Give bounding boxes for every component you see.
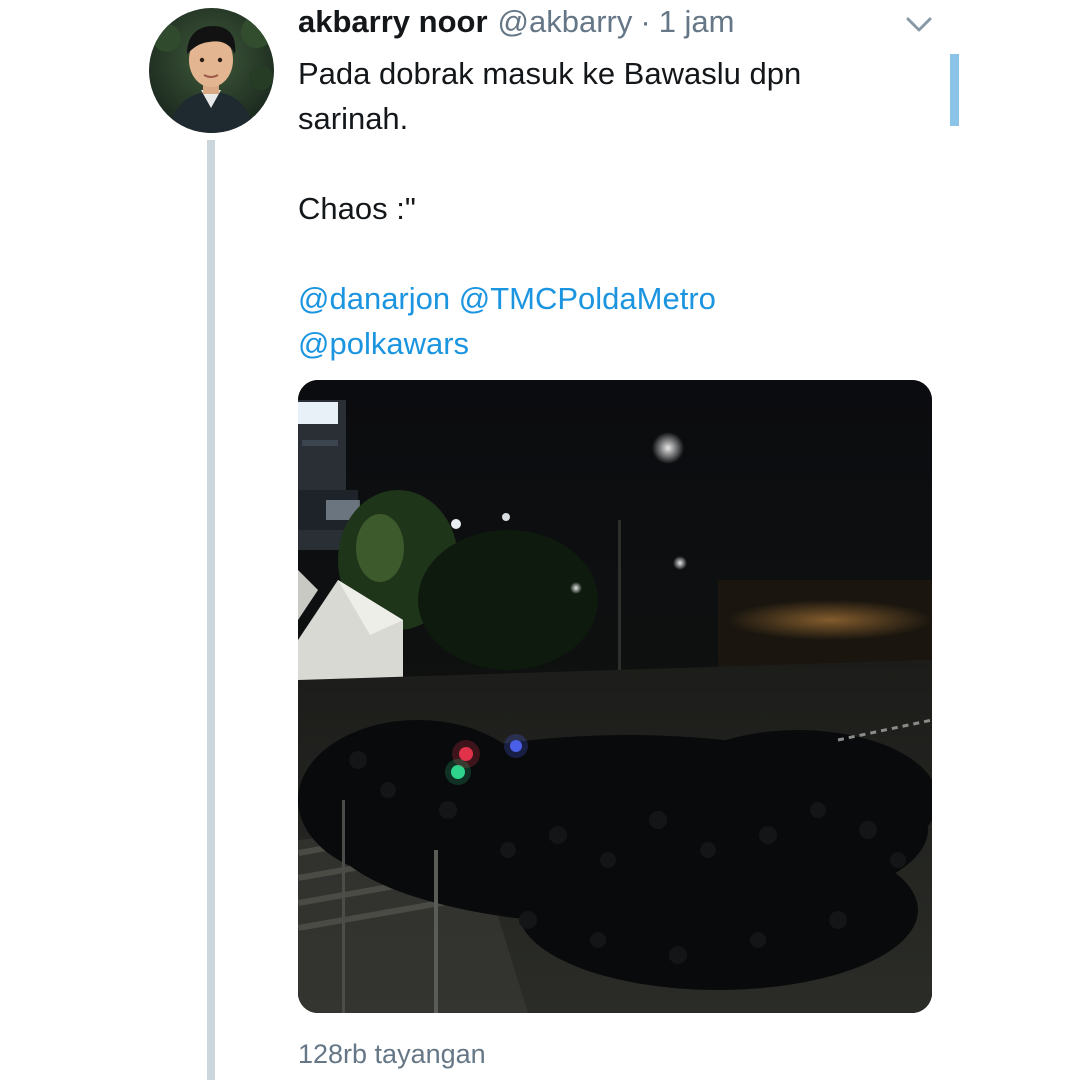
mention-link[interactable]: @TMCPoldaMetro (459, 281, 716, 316)
tweet-text-line: Pada dobrak masuk ke Bawaslu dpn (298, 56, 802, 91)
mentions-line: @danarjon @TMCPoldaMetro (298, 276, 918, 321)
mention-link[interactable]: @danarjon (298, 281, 450, 316)
user-handle[interactable]: @akbarry (498, 2, 633, 42)
tweet-text-line: Chaos :" (298, 191, 416, 226)
view-count: 128rb tayangan (298, 1039, 486, 1069)
tweet-text: Pada dobrak masuk ke Bawaslu dpn sarinah… (298, 51, 918, 366)
chevron-down-icon[interactable] (904, 14, 934, 36)
video-media[interactable] (298, 380, 932, 1013)
tweet-header: akbarry noor @akbarry · 1 jam (298, 2, 735, 42)
display-name[interactable]: akbarry noor (298, 2, 488, 42)
scroll-indicator (950, 54, 959, 126)
thread-line (207, 140, 215, 1080)
timestamp[interactable]: 1 jam (659, 2, 735, 42)
mentions-line: @polkawars (298, 321, 918, 366)
avatar[interactable] (149, 8, 274, 133)
mention-link[interactable]: @polkawars (298, 326, 469, 361)
tweet-text-line: sarinah. (298, 101, 409, 136)
tweet: akbarry noor @akbarry · 1 jam Pada dobra… (0, 0, 1080, 1080)
separator-dot: · (640, 4, 651, 39)
